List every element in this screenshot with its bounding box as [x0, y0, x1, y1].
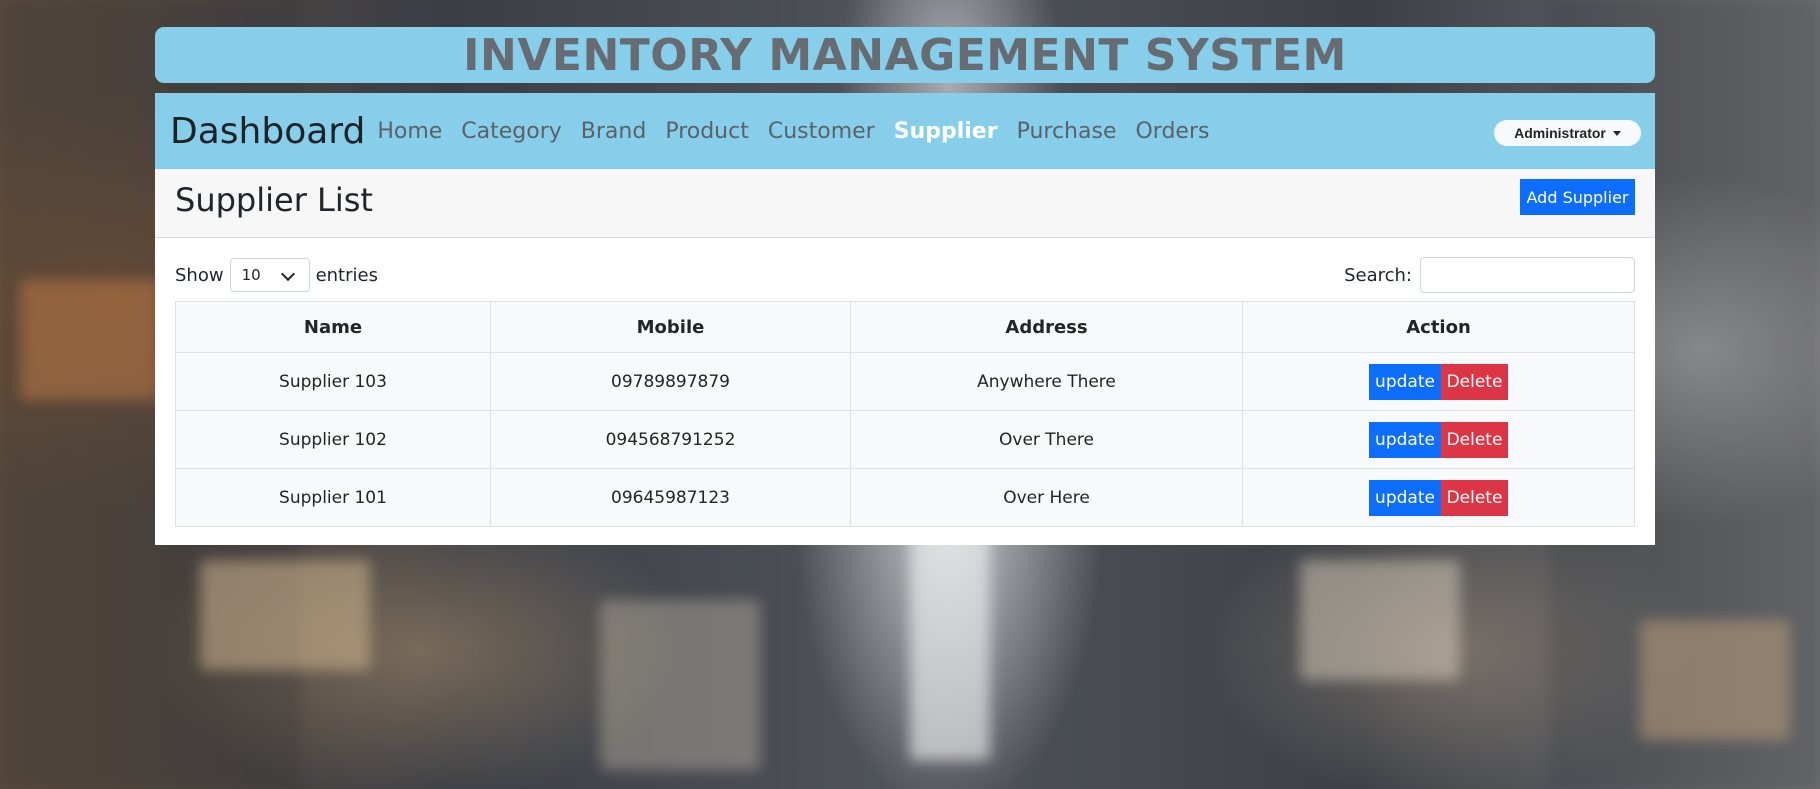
entries-length-control: Show 10 entries [175, 257, 378, 293]
nav-link-category[interactable]: Category [461, 119, 562, 144]
top-navbar: Dashboard Home Category Brand Product Cu… [155, 93, 1655, 169]
supplier-table: Name Mobile Address Action Supplier 103 … [175, 301, 1635, 527]
cell-mobile: 094568791252 [490, 410, 851, 469]
entries-label: entries [315, 264, 378, 286]
update-button[interactable]: update [1369, 479, 1441, 516]
chevron-down-icon [280, 266, 295, 282]
search-label: Search: [1344, 264, 1412, 286]
caret-down-icon [1612, 130, 1621, 136]
delete-button[interactable]: Delete [1441, 363, 1508, 400]
nav-link-orders[interactable]: Orders [1135, 119, 1209, 144]
nav-link-supplier[interactable]: Supplier [894, 119, 998, 144]
nav-link-customer[interactable]: Customer [768, 119, 875, 144]
nav-brand-dashboard[interactable]: Dashboard [170, 111, 365, 152]
cell-action: update Delete [1242, 468, 1635, 527]
user-menu-label: Administrator [1514, 125, 1606, 141]
entries-select[interactable]: 10 [229, 258, 310, 292]
supplier-card: Supplier List Add Supplier Show 10 entri… [155, 169, 1655, 545]
cell-action: update Delete [1242, 352, 1635, 411]
cell-address: Over There [850, 410, 1243, 469]
cell-address: Over Here [850, 468, 1243, 527]
page-title: Supplier List [175, 181, 373, 219]
column-header-address[interactable]: Address [850, 301, 1243, 353]
user-menu-button[interactable]: Administrator [1494, 120, 1641, 146]
cell-mobile: 09789897879 [490, 352, 851, 411]
table-search: Search: [1344, 257, 1635, 293]
cell-action: update Delete [1242, 410, 1635, 469]
table-row: Supplier 103 09789897879 Anywhere There … [175, 352, 1635, 411]
card-header: Supplier List Add Supplier [155, 169, 1655, 238]
app-banner: INVENTORY MANAGEMENT SYSTEM [155, 27, 1655, 83]
search-input[interactable] [1420, 257, 1635, 293]
delete-button[interactable]: Delete [1441, 479, 1508, 516]
table-row: Supplier 102 094568791252 Over There upd… [175, 410, 1635, 469]
column-header-name[interactable]: Name [175, 301, 491, 353]
nav-link-home[interactable]: Home [377, 119, 442, 144]
cell-name: Supplier 101 [175, 468, 491, 527]
table-controls: Show 10 entries Search: [175, 257, 1635, 293]
cell-name: Supplier 103 [175, 352, 491, 411]
app-title: INVENTORY MANAGEMENT SYSTEM [463, 29, 1347, 81]
table-header-row: Name Mobile Address Action [175, 301, 1635, 353]
update-button[interactable]: update [1369, 421, 1441, 458]
nav-link-product[interactable]: Product [665, 119, 749, 144]
cell-mobile: 09645987123 [490, 468, 851, 527]
table-row: Supplier 101 09645987123 Over Here updat… [175, 468, 1635, 527]
show-label: Show [175, 264, 224, 286]
entries-select-value: 10 [241, 266, 261, 284]
update-button[interactable]: update [1369, 363, 1441, 400]
nav-links: Home Category Brand Product Customer Sup… [377, 119, 1228, 144]
add-supplier-button[interactable]: Add Supplier [1520, 179, 1635, 215]
cell-name: Supplier 102 [175, 410, 491, 469]
column-header-mobile[interactable]: Mobile [490, 301, 851, 353]
column-header-action[interactable]: Action [1242, 301, 1635, 353]
nav-link-purchase[interactable]: Purchase [1017, 119, 1117, 144]
delete-button[interactable]: Delete [1441, 421, 1508, 458]
nav-link-brand[interactable]: Brand [581, 119, 647, 144]
cell-address: Anywhere There [850, 352, 1243, 411]
